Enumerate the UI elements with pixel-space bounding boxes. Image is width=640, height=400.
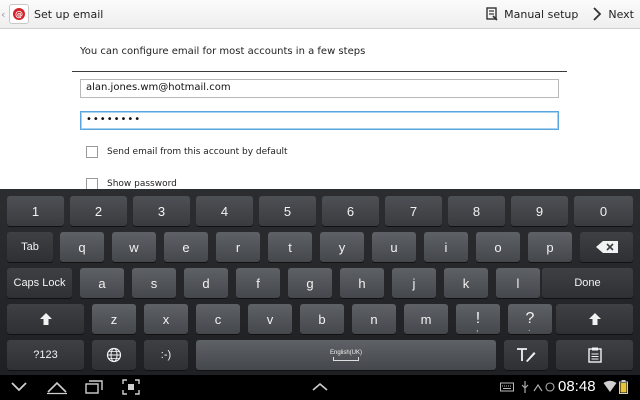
chevron-right-icon	[593, 7, 602, 21]
show-password-label: Show password	[107, 179, 177, 189]
key-f[interactable]: f	[236, 268, 280, 298]
key-0[interactable]: 0	[574, 196, 633, 226]
key-h[interactable]: h	[340, 268, 384, 298]
key-v[interactable]: v	[248, 304, 292, 334]
key-7[interactable]: 7	[385, 196, 442, 226]
key-t[interactable]: t	[268, 232, 312, 262]
space-bar-mark	[333, 356, 359, 361]
system-bar: 08:48	[0, 375, 640, 400]
keyboard: 1 2 3 4 5 6 7 8 9 0 Tab q w e r t y u i …	[0, 189, 640, 375]
key-e[interactable]: e	[164, 232, 208, 262]
key-d[interactable]: d	[184, 268, 228, 298]
manual-setup-label: Manual setup	[504, 7, 579, 21]
handwriting-key[interactable]	[504, 340, 548, 370]
battery-icon	[619, 380, 628, 394]
key-8[interactable]: 8	[448, 196, 505, 226]
email-field[interactable]: alan.jones.wm@hotmail.com	[80, 79, 559, 98]
done-key[interactable]: Done	[542, 268, 633, 298]
shift-arrow-icon	[588, 313, 601, 325]
key-i[interactable]: i	[424, 232, 468, 262]
key-6[interactable]: 6	[322, 196, 379, 226]
key-n[interactable]: n	[352, 304, 396, 334]
backspace-icon	[595, 241, 618, 253]
key-o[interactable]: o	[476, 232, 520, 262]
key-exclaim[interactable]: ! ,	[456, 304, 500, 334]
key-comma-sub: ,	[476, 323, 479, 333]
handwriting-icon	[517, 348, 536, 362]
intro-text: You can configure email for most account…	[80, 46, 366, 57]
key-w[interactable]: w	[112, 232, 156, 262]
divider	[72, 71, 567, 72]
emoticon-key[interactable]: :-)	[144, 340, 188, 370]
home-icon[interactable]	[46, 379, 68, 395]
password-field[interactable]: ••••••••	[80, 111, 559, 130]
key-g[interactable]: g	[288, 268, 332, 298]
key-5[interactable]: 5	[259, 196, 316, 226]
key-q[interactable]: q	[60, 232, 104, 262]
caps-lock-key[interactable]: Caps Lock	[7, 268, 72, 298]
key-u[interactable]: u	[372, 232, 416, 262]
clipboard-icon	[587, 347, 602, 363]
key-x[interactable]: x	[144, 304, 188, 334]
email-app-icon[interactable]: @	[9, 4, 29, 24]
manual-setup-button[interactable]: Manual setup	[486, 0, 578, 29]
tab-key[interactable]: Tab	[7, 232, 53, 262]
key-s[interactable]: s	[132, 268, 176, 298]
next-button[interactable]: Next	[592, 0, 634, 29]
signal-icon	[533, 383, 543, 392]
default-account-label: Send email from this account by default	[107, 147, 288, 157]
recent-apps-icon[interactable]	[84, 379, 104, 395]
key-l[interactable]: l	[496, 268, 540, 298]
manual-setup-icon	[486, 7, 498, 21]
chevron-up-icon[interactable]	[311, 382, 329, 392]
space-key[interactable]: English(UK)	[196, 340, 496, 370]
clipboard-key[interactable]	[556, 340, 633, 370]
back-caret-icon[interactable]: ‹	[1, 8, 8, 21]
next-label: Next	[608, 7, 634, 21]
key-p[interactable]: p	[528, 232, 572, 262]
clock: 08:48	[558, 378, 596, 395]
key-b[interactable]: b	[300, 304, 344, 334]
key-period-sub: .	[528, 323, 531, 333]
key-m[interactable]: m	[404, 304, 448, 334]
wifi-icon	[603, 380, 617, 392]
globe-icon	[106, 347, 122, 363]
default-account-checkbox[interactable]	[86, 146, 98, 158]
key-j[interactable]: j	[392, 268, 436, 298]
screenshot-icon[interactable]	[122, 379, 140, 395]
shift-key-right[interactable]	[556, 304, 633, 334]
space-language-label: English(UK)	[329, 349, 362, 356]
hide-keyboard-icon[interactable]	[10, 381, 28, 393]
key-a[interactable]: a	[80, 268, 124, 298]
symbols-key[interactable]: ?123	[7, 340, 84, 370]
key-1[interactable]: 1	[7, 196, 64, 226]
key-k[interactable]: k	[444, 268, 488, 298]
page-title: Set up email	[34, 7, 104, 21]
key-2[interactable]: 2	[70, 196, 127, 226]
key-4[interactable]: 4	[196, 196, 253, 226]
action-bar: ‹ @ Set up email Manual setup Next	[0, 0, 640, 29]
alarm-icon	[545, 382, 555, 392]
keyboard-status-icon	[500, 382, 514, 392]
key-z[interactable]: z	[92, 304, 136, 334]
language-key[interactable]	[92, 340, 136, 370]
key-3[interactable]: 3	[133, 196, 190, 226]
key-9[interactable]: 9	[511, 196, 568, 226]
shift-key-left[interactable]	[7, 304, 84, 334]
usb-icon	[521, 381, 529, 393]
key-r[interactable]: r	[216, 232, 260, 262]
key-y[interactable]: y	[320, 232, 364, 262]
key-question[interactable]: ? .	[508, 304, 552, 334]
shift-arrow-icon	[39, 313, 52, 325]
key-c[interactable]: c	[196, 304, 240, 334]
default-account-row[interactable]: Send email from this account by default	[86, 146, 288, 158]
backspace-key[interactable]	[580, 232, 633, 262]
